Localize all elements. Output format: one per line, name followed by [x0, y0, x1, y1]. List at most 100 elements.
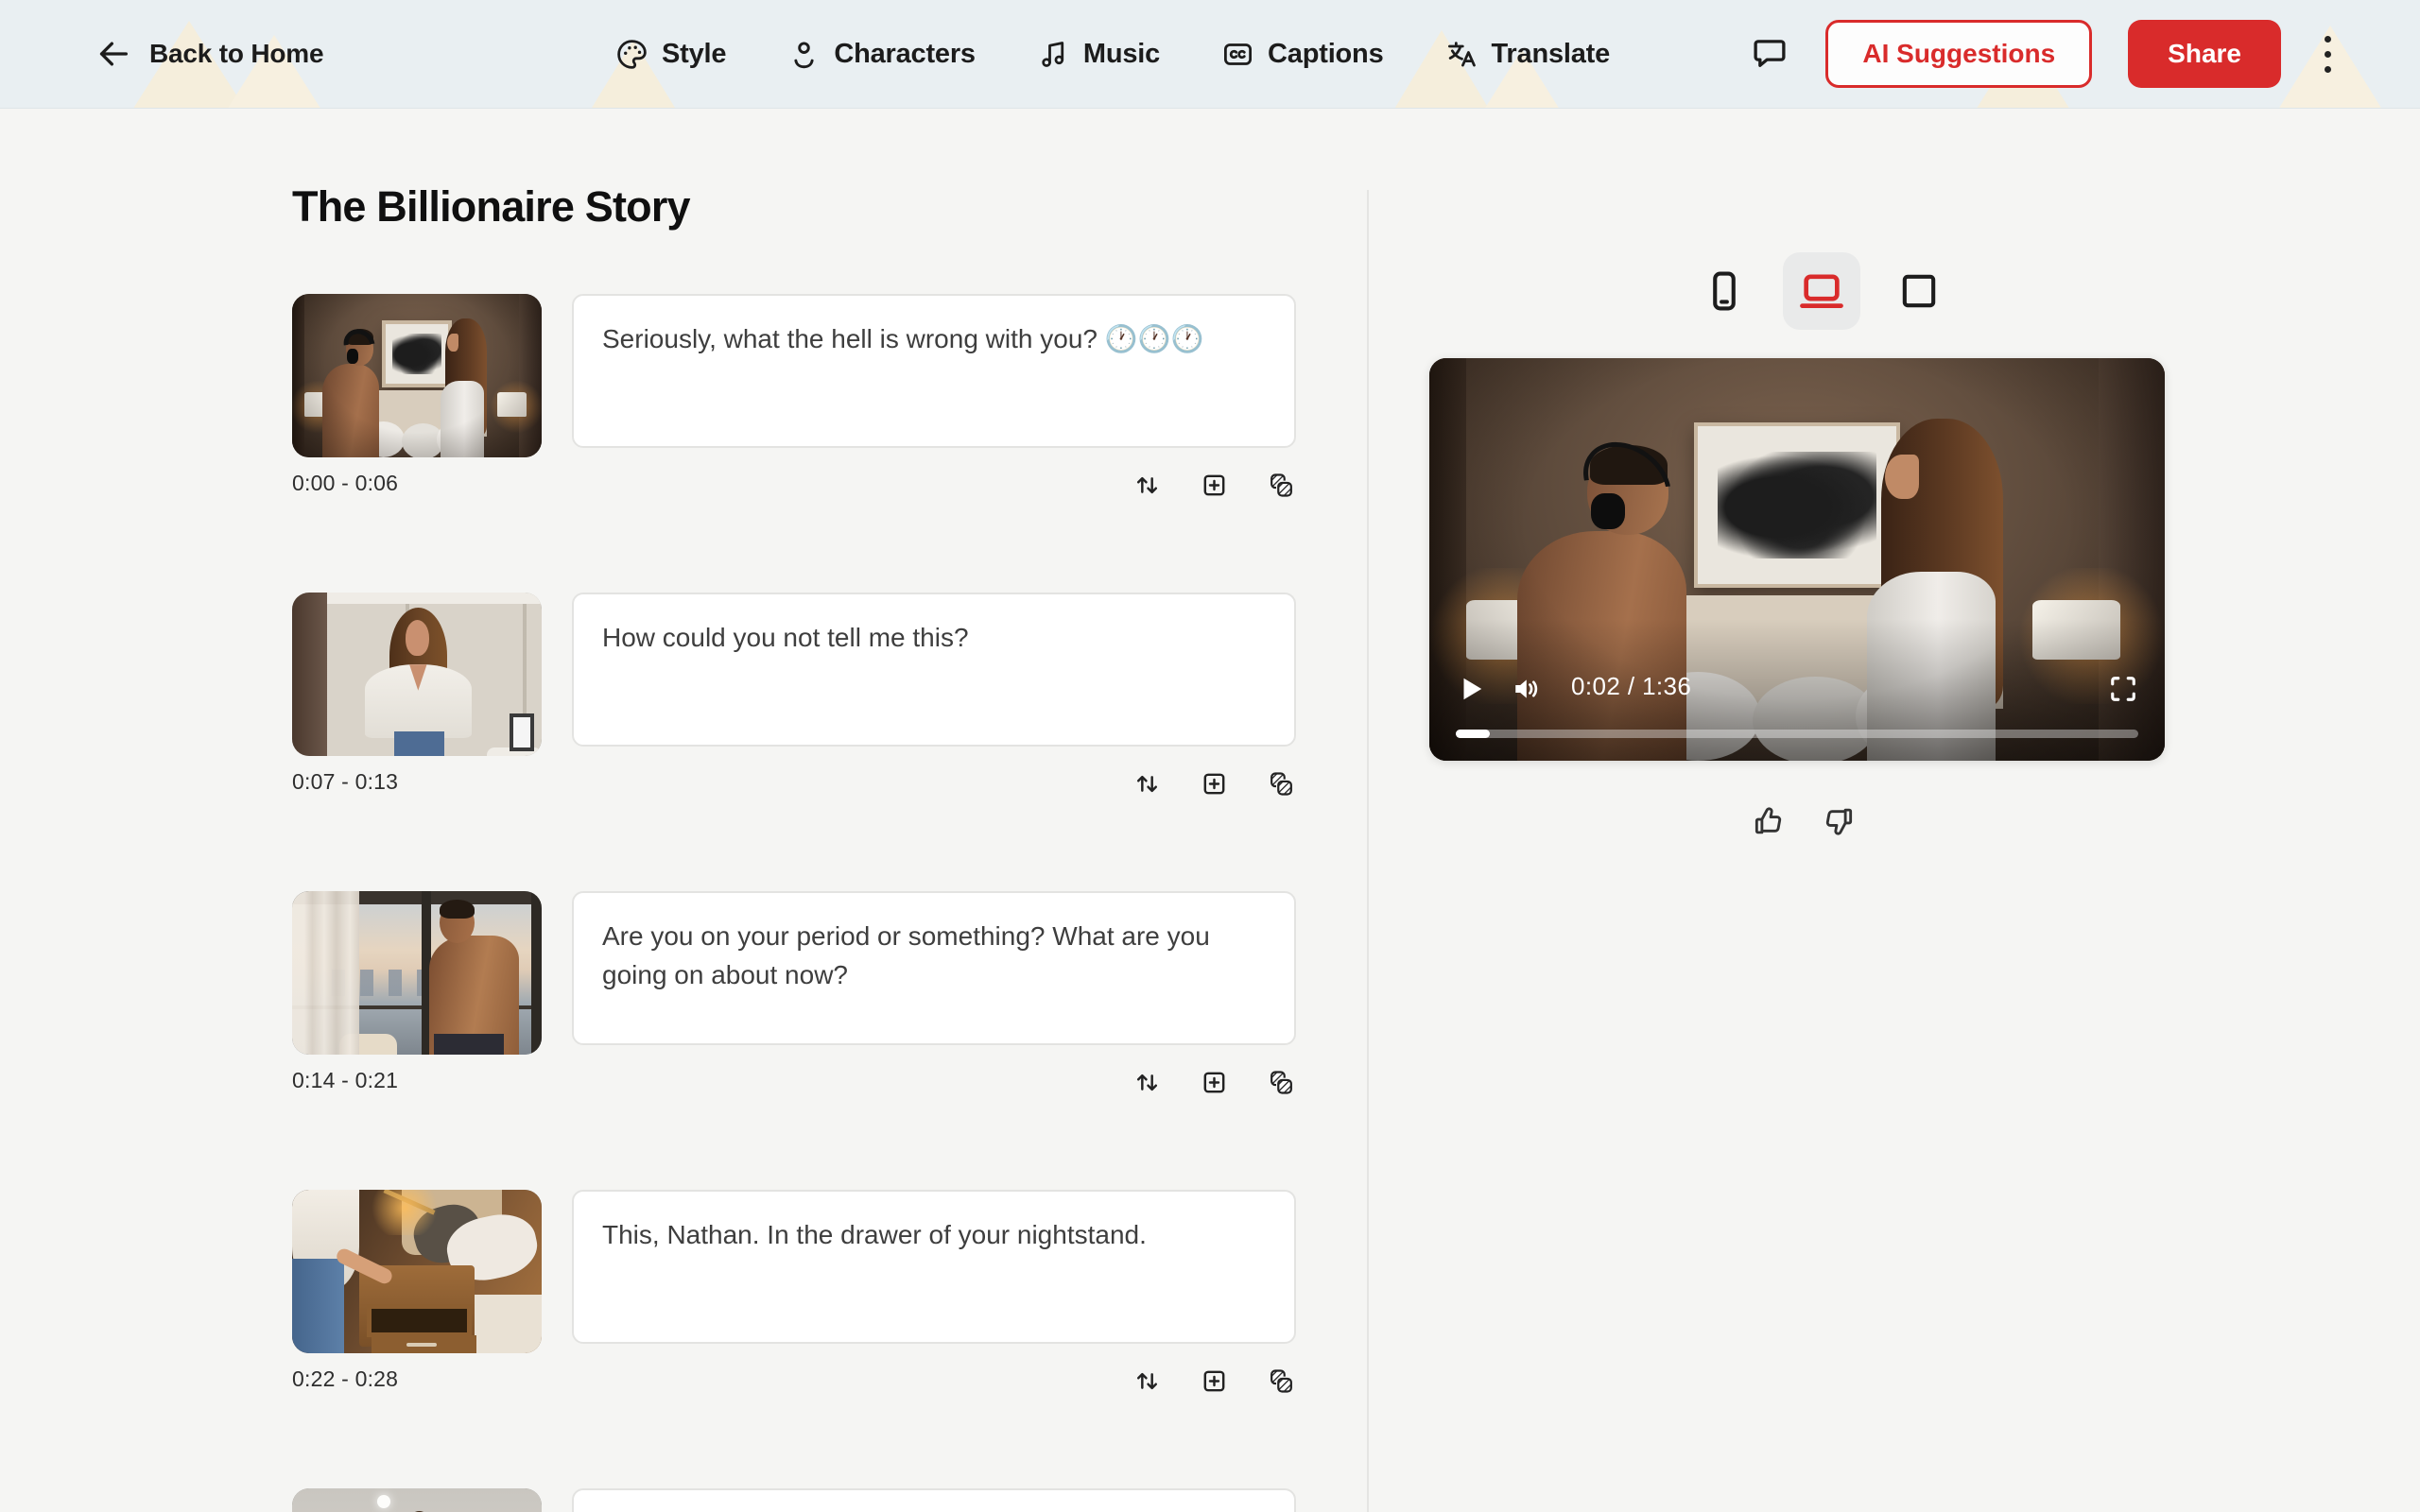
scene-actions: [572, 1068, 1296, 1097]
play-button[interactable]: [1454, 672, 1488, 706]
thumb-down-icon: [1821, 803, 1857, 839]
add-scene-button[interactable]: [1200, 769, 1229, 799]
device-phone-button[interactable]: [1700, 266, 1749, 316]
scene-thumbnail[interactable]: [292, 891, 542, 1055]
phone-icon: [1700, 266, 1749, 316]
add-scene-button[interactable]: [1200, 471, 1229, 500]
add-scene-icon: [1200, 1366, 1229, 1396]
transition-button[interactable]: [1267, 769, 1296, 799]
reorder-scene-button[interactable]: [1132, 769, 1162, 799]
square-icon: [1894, 266, 1944, 316]
thumbs-down-button[interactable]: [1821, 803, 1857, 839]
transition-icon: [1267, 1068, 1296, 1097]
nav-style[interactable]: Style: [614, 37, 726, 72]
nav-music[interactable]: Music: [1036, 37, 1160, 72]
fullscreen-icon: [2106, 672, 2140, 706]
reorder-arrows-icon: [1132, 769, 1162, 799]
header-actions: AI Suggestions Share: [1750, 20, 2339, 88]
scene-caption-input[interactable]: Seriously, what the hell is wrong with y…: [572, 294, 1296, 448]
transition-button[interactable]: [1267, 471, 1296, 500]
reorder-scene-button[interactable]: [1132, 471, 1162, 500]
back-label: Back to Home: [149, 39, 323, 69]
scene-content: Seriously, what the hell is wrong with y…: [572, 294, 1296, 500]
reorder-arrows-icon: [1132, 471, 1162, 500]
scene-thumbnail[interactable]: [292, 294, 542, 457]
chat-bubble-icon: [1750, 34, 1789, 74]
scene-thumbnail[interactable]: [292, 1488, 542, 1512]
nav-translate[interactable]: Translate: [1444, 37, 1611, 72]
scene-row: 0:00 - 0:06 Seriously, what the hell is …: [292, 294, 1296, 500]
nav-translate-label: Translate: [1492, 39, 1611, 70]
scene-thumbnail[interactable]: [292, 1190, 542, 1353]
person-icon: [786, 37, 821, 72]
add-scene-icon: [1200, 471, 1229, 500]
palette-icon: [614, 37, 649, 72]
device-laptop-button[interactable]: [1783, 252, 1860, 330]
volume-icon: [1511, 672, 1545, 706]
scene-time-range: 0:07 - 0:13: [292, 769, 542, 795]
scene-content: How could you not tell me this?: [572, 593, 1296, 799]
add-scene-icon: [1200, 1068, 1229, 1097]
scene-row: 0:07 - 0:13 How could you not tell me th…: [292, 593, 1296, 799]
scene-content: Are you on your period or something? Wha…: [572, 891, 1296, 1097]
scene-actions: [572, 769, 1296, 799]
scene-media: 0:07 - 0:13: [292, 593, 542, 799]
nav-characters[interactable]: Characters: [786, 37, 976, 72]
scene-media: [292, 1488, 542, 1512]
back-to-home-button[interactable]: Back to Home: [95, 35, 323, 73]
page-title: The Billionaire Story: [292, 182, 1296, 232]
device-square-button[interactable]: [1894, 266, 1944, 316]
reorder-scene-button[interactable]: [1132, 1366, 1162, 1396]
scene-media: 0:00 - 0:06: [292, 294, 542, 500]
ai-suggestions-button[interactable]: AI Suggestions: [1825, 20, 2092, 88]
translate-icon: [1444, 37, 1479, 72]
top-toolbar: Back to Home Style Characters Music: [0, 0, 2420, 109]
nav-style-label: Style: [662, 39, 726, 70]
kebab-menu-icon[interactable]: [2317, 28, 2339, 80]
editor-body: The Billionaire Story 0:00 - 0:06 Seriou…: [0, 109, 2420, 1512]
scene-time-range: 0:14 - 0:21: [292, 1068, 542, 1093]
captions-icon: [1220, 37, 1255, 72]
laptop-icon: [1795, 265, 1848, 318]
reorder-arrows-icon: [1132, 1068, 1162, 1097]
nav-characters-label: Characters: [834, 39, 976, 70]
play-icon: [1454, 672, 1488, 706]
scene-media: 0:14 - 0:21: [292, 891, 542, 1097]
playback-time: 0:02 / 1:36: [1571, 672, 1691, 701]
comments-button[interactable]: [1750, 34, 1789, 74]
scene-time-range: 0:22 - 0:28: [292, 1366, 542, 1392]
add-scene-icon: [1200, 769, 1229, 799]
transition-icon: [1267, 769, 1296, 799]
scene-caption-input[interactable]: This, Nathan. In the drawer of your nigh…: [572, 1190, 1296, 1344]
share-button[interactable]: Share: [2128, 20, 2281, 88]
scene-caption-input[interactable]: Are you on your period or something? Wha…: [572, 891, 1296, 1045]
progress-fill: [1456, 730, 1490, 738]
scene-actions: [572, 471, 1296, 500]
editor-nav: Style Characters Music Captions Tra: [614, 37, 1610, 72]
scene-row: [292, 1488, 1296, 1512]
arrow-left-icon: [95, 35, 132, 73]
fullscreen-button[interactable]: [2106, 672, 2140, 706]
progress-bar[interactable]: [1456, 730, 2138, 738]
add-scene-button[interactable]: [1200, 1366, 1229, 1396]
scene-thumbnail[interactable]: [292, 593, 542, 756]
scene-row: 0:22 - 0:28 This, Nathan. In the drawer …: [292, 1190, 1296, 1396]
transition-button[interactable]: [1267, 1068, 1296, 1097]
video-player[interactable]: 0:02 / 1:36: [1429, 358, 2165, 761]
scene-caption-input[interactable]: How could you not tell me this?: [572, 593, 1296, 747]
scene-time-range: 0:00 - 0:06: [292, 471, 542, 496]
nav-captions[interactable]: Captions: [1220, 37, 1383, 72]
feedback-buttons: [1751, 803, 1857, 839]
reorder-scene-button[interactable]: [1132, 1068, 1162, 1097]
nav-captions-label: Captions: [1268, 39, 1383, 70]
transition-button[interactable]: [1267, 1366, 1296, 1396]
scene-content: [572, 1488, 1296, 1512]
thumb-up-icon: [1751, 803, 1787, 839]
nav-music-label: Music: [1083, 39, 1160, 70]
volume-button[interactable]: [1511, 672, 1545, 706]
thumbs-up-button[interactable]: [1751, 803, 1787, 839]
transition-icon: [1267, 471, 1296, 500]
scene-caption-input[interactable]: [572, 1488, 1296, 1512]
preview-device-toggles: [1700, 252, 1944, 330]
add-scene-button[interactable]: [1200, 1068, 1229, 1097]
